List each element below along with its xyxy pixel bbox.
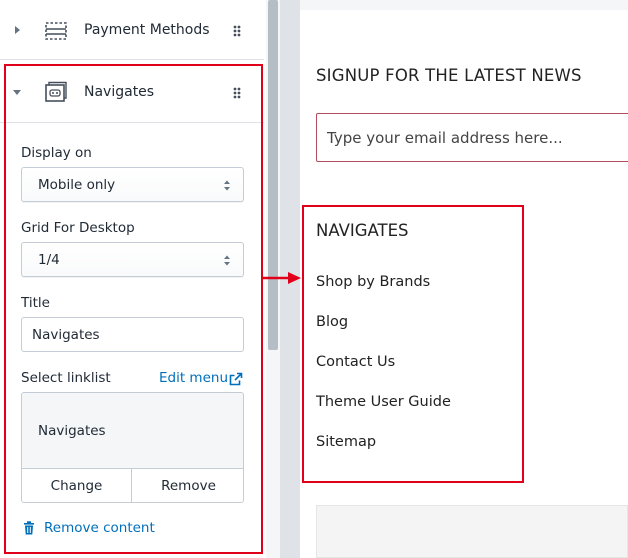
edit-menu-link[interactable]: Edit menu: [159, 370, 228, 386]
remove-content-link[interactable]: Remove content: [44, 520, 155, 536]
nav-link-shop-by-brands[interactable]: Shop by Brands: [316, 274, 430, 290]
chevron-down-icon[interactable]: [12, 87, 22, 97]
nav-link-contact-us[interactable]: Contact Us: [316, 354, 395, 370]
footer-block: [316, 505, 628, 558]
section-row-navigates[interactable]: Navigates: [0, 63, 264, 123]
nav-link-theme-user-guide[interactable]: Theme User Guide: [316, 394, 451, 410]
section-label-navigates: Navigates: [84, 84, 155, 100]
display-on-select[interactable]: Mobile only: [21, 167, 244, 202]
section-label-payment-methods: Payment Methods: [84, 22, 210, 38]
newsletter-email-input[interactable]: Type your email address here...: [316, 113, 628, 162]
theme-editor-sidebar: Payment Methods Navigates Display on Mob…: [0, 0, 266, 558]
newsletter-heading: SIGNUP FOR THE LATEST NEWS: [316, 66, 582, 85]
grid-desktop-label: Grid For Desktop: [21, 220, 135, 236]
navigates-heading: NAVIGATES: [316, 221, 409, 240]
change-button[interactable]: Change: [22, 468, 132, 502]
grid-desktop-value: 1/4: [38, 252, 60, 268]
select-arrows-icon: [224, 255, 230, 266]
menu-block-icon: [45, 81, 67, 102]
trash-icon[interactable]: [23, 521, 35, 535]
title-input[interactable]: Navigates: [21, 317, 244, 352]
footer-block-icon: [45, 22, 67, 40]
drag-handle-icon[interactable]: [230, 24, 244, 38]
nav-link-blog[interactable]: Blog: [316, 314, 348, 330]
display-on-label: Display on: [21, 145, 92, 161]
sidebar-scrollbar-thumb[interactable]: [268, 0, 278, 350]
nav-link-sitemap[interactable]: Sitemap: [316, 434, 376, 450]
annotation-arrow-icon: [263, 272, 301, 284]
preview-top-strip: [300, 0, 628, 10]
title-label: Title: [21, 295, 50, 311]
display-on-value: Mobile only: [38, 177, 116, 193]
email-placeholder: Type your email address here...: [327, 129, 563, 147]
linklist-card: Navigates Change Remove: [21, 392, 244, 503]
remove-button[interactable]: Remove: [132, 468, 243, 502]
select-arrows-icon: [224, 180, 230, 191]
linklist-label: Select linklist: [21, 370, 111, 386]
external-link-icon[interactable]: [229, 372, 243, 386]
section-row-payment-methods[interactable]: Payment Methods: [0, 0, 264, 60]
grid-desktop-select[interactable]: 1/4: [21, 242, 244, 277]
linklist-selected-name: Navigates: [38, 423, 106, 439]
title-input-value: Navigates: [32, 327, 100, 343]
chevron-right-icon[interactable]: [12, 25, 22, 35]
drag-handle-icon[interactable]: [230, 86, 244, 100]
